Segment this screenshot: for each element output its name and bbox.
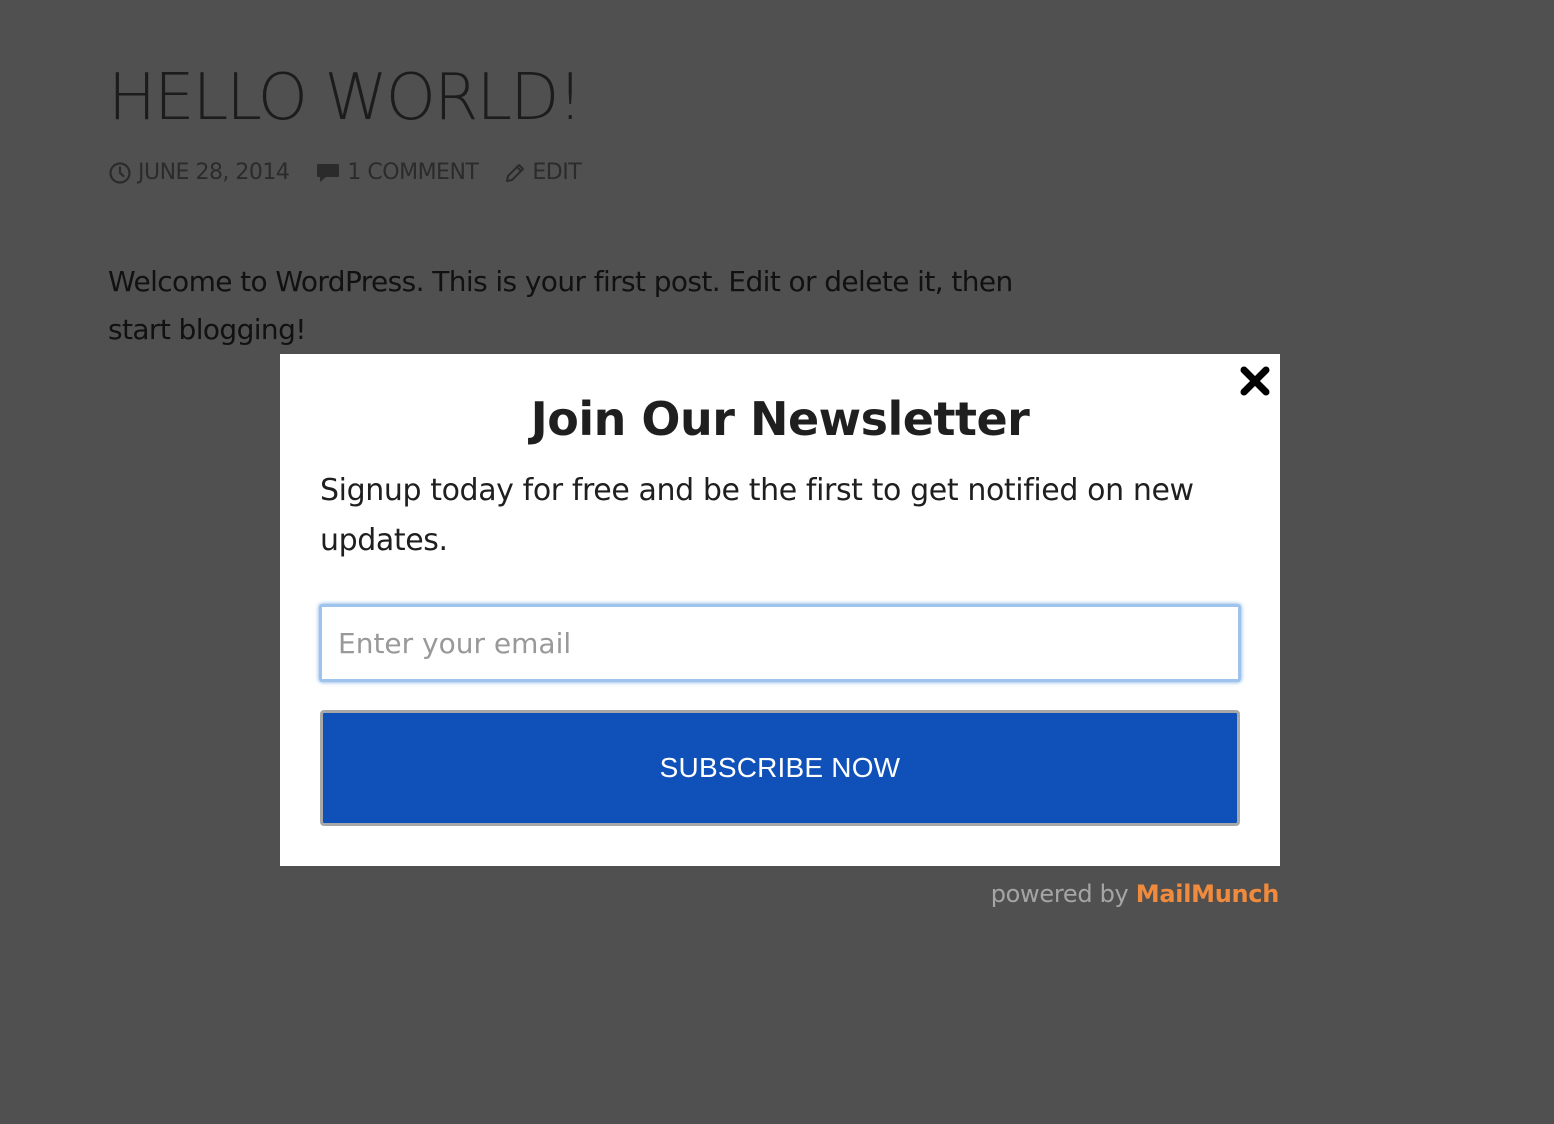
post-edit-label: EDIT	[532, 160, 582, 185]
powered-by: powered by MailMunch	[990, 880, 1280, 908]
post-title[interactable]: HELLO WORLD!	[108, 60, 1048, 136]
post-comments-link[interactable]: 1 COMMENT	[315, 160, 479, 185]
pencil-icon	[506, 163, 525, 182]
mailmunch-link[interactable]: MailMunch	[1136, 880, 1280, 908]
comment-icon	[317, 163, 340, 182]
post-date[interactable]: JUNE 28, 2014	[108, 160, 290, 185]
post-meta: JUNE 28, 2014 1 COMMENT EDIT	[108, 160, 607, 185]
popup-description: Signup today for free and be the first t…	[320, 473, 1194, 558]
subscribe-button[interactable]: SUBSCRIBE NOW	[320, 710, 1240, 826]
post-comments-label: 1 COMMENT	[347, 160, 479, 185]
email-field[interactable]	[319, 604, 1241, 682]
newsletter-popup: Join Our Newsletter Signup today for fre…	[280, 354, 1280, 866]
popup-title: Join Our Newsletter	[530, 392, 1030, 446]
post-edit-link[interactable]: EDIT	[504, 160, 582, 185]
post-body: Welcome to WordPress. This is your first…	[108, 265, 1013, 346]
post-article: HELLO WORLD! JUNE 28, 2014 1 COMMENT EDI…	[108, 60, 1048, 346]
powered-by-text: powered by	[990, 880, 1129, 908]
clock-icon	[109, 161, 131, 184]
post-date-label: JUNE 28, 2014	[138, 160, 290, 185]
